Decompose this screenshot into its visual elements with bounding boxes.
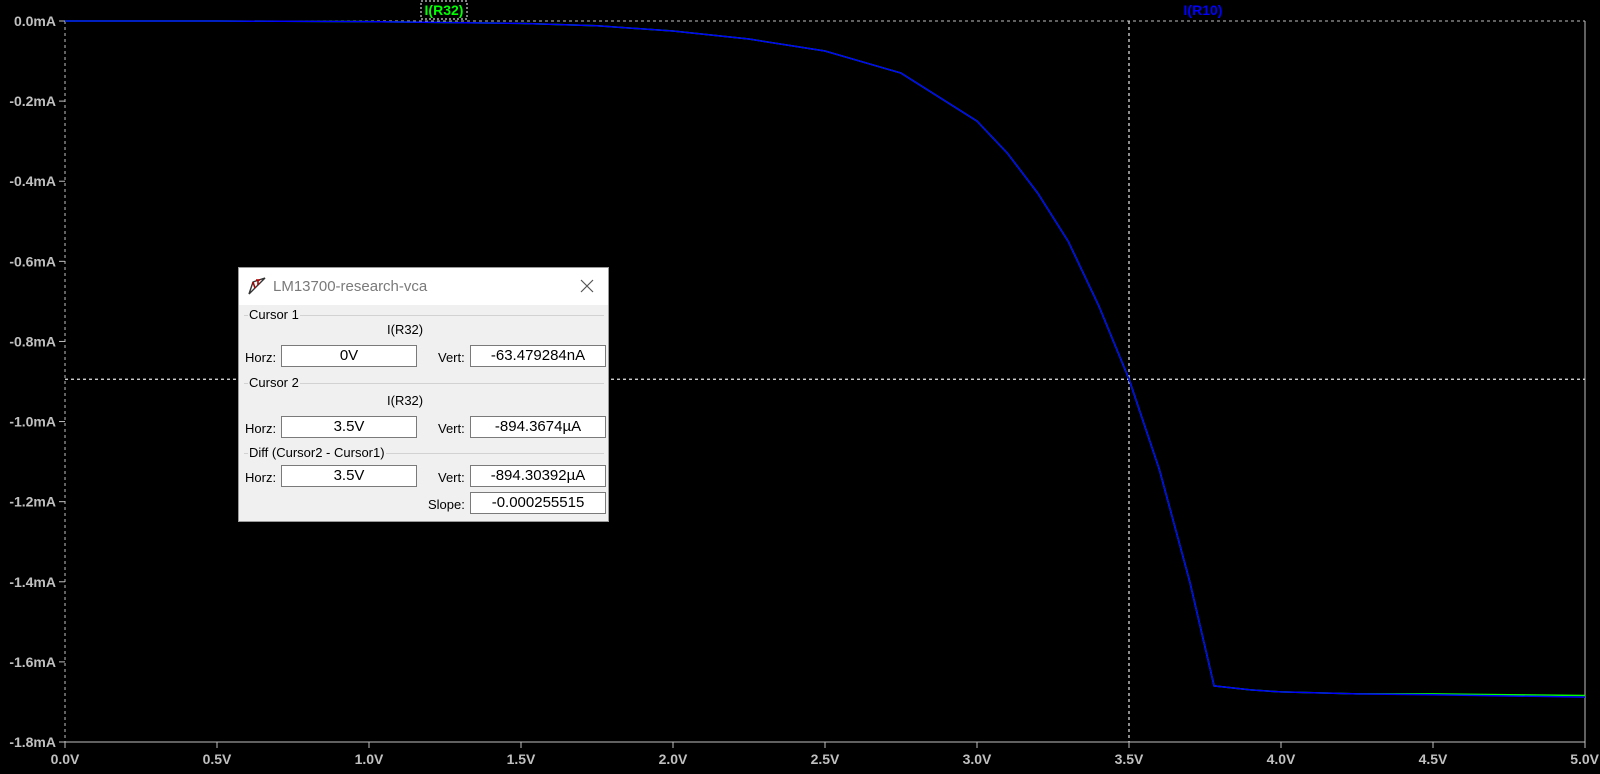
cursor1-trace-name: I(R32)	[387, 322, 424, 337]
diff-slope-field[interactable]: -0.000255515	[470, 492, 606, 514]
cursor1-horz-field[interactable]: 0V	[281, 345, 417, 367]
close-icon[interactable]	[572, 272, 602, 300]
cursor1-vert-field[interactable]: -63.479284nA	[470, 345, 606, 367]
diff-horz-field[interactable]: 3.5V	[281, 465, 417, 487]
cursor-dialog: LM13700-research-vca Cursor 1 I(R32) Hor…	[238, 267, 609, 522]
diff-horz-label: Horz:	[245, 470, 277, 485]
legend-label-ir10[interactable]: I(R10)	[1184, 2, 1223, 18]
diff-group: Diff (Cursor2 - Cursor1)	[244, 445, 604, 460]
cursor2-label: Cursor 2	[248, 375, 300, 390]
x-tick-label: 1.5V	[507, 751, 536, 767]
x-tick-label: 2.0V	[659, 751, 688, 767]
diff-vert-field[interactable]: -894.30392µA	[470, 465, 606, 487]
x-tick-label: 3.0V	[963, 751, 992, 767]
cursor1-horz-label: Horz:	[245, 350, 277, 365]
cursor2-vert-label: Vert:	[438, 421, 465, 436]
x-tick-label: 5.0V	[1570, 751, 1599, 767]
y-tick-label: -0.6mA	[9, 253, 56, 269]
y-tick-label: -0.4mA	[9, 173, 56, 189]
diff-label: Diff (Cursor2 - Cursor1)	[248, 445, 386, 460]
y-tick-label: -1.6mA	[9, 654, 56, 670]
cursor2-trace-name: I(R32)	[387, 393, 424, 408]
cursor1-vert-label: Vert:	[438, 350, 465, 365]
cursor2-group: Cursor 2	[244, 375, 604, 390]
diff-slope-label: Slope:	[428, 497, 465, 512]
cursor2-horz-field[interactable]: 3.5V	[281, 416, 417, 438]
cursor2-horz-label: Horz:	[245, 421, 277, 436]
dialog-titlebar[interactable]: LM13700-research-vca	[239, 268, 608, 305]
x-tick-label: 0.0V	[51, 751, 80, 767]
ltspice-app-icon	[248, 277, 266, 295]
trace-legend[interactable]: I(R32) I(R10)	[420, 0, 1223, 20]
x-tick-label: 0.5V	[203, 751, 232, 767]
y-tick-label: -1.0mA	[9, 414, 56, 430]
cursor1-label: Cursor 1	[248, 307, 300, 322]
y-tick-label: -1.8mA	[9, 734, 56, 750]
x-tick-label: 2.5V	[811, 751, 840, 767]
y-tick-label: 0.0mA	[14, 13, 56, 29]
dialog-title: LM13700-research-vca	[273, 278, 428, 295]
cursor1-group: Cursor 1	[244, 307, 604, 322]
x-tick-label: 4.5V	[1419, 751, 1448, 767]
legend-label-ir32[interactable]: I(R32)	[425, 2, 464, 18]
y-tick-label: -0.8mA	[9, 333, 56, 349]
x-tick-label: 4.0V	[1267, 751, 1296, 767]
y-tick-label: -1.2mA	[9, 494, 56, 510]
x-tick-label: 1.0V	[355, 751, 384, 767]
y-tick-label: -1.4mA	[9, 574, 56, 590]
diff-vert-label: Vert:	[438, 470, 465, 485]
y-tick-label: -0.2mA	[9, 93, 56, 109]
x-tick-label: 3.5V	[1115, 751, 1144, 767]
cursor2-vert-field[interactable]: -894.3674µA	[470, 416, 606, 438]
